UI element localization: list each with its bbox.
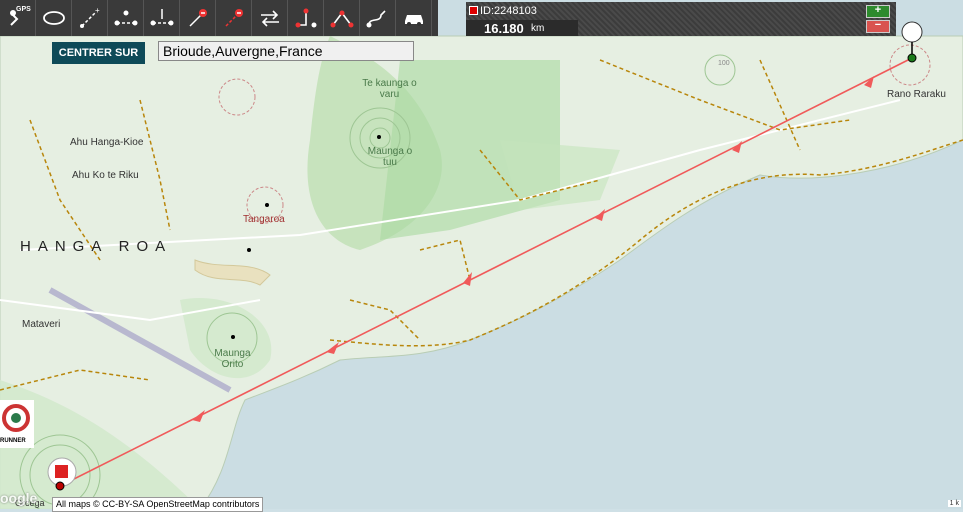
move-point-button[interactable]: [144, 0, 180, 36]
scale-label: 1 k: [947, 500, 961, 507]
runner-logo-icon: [2, 404, 30, 432]
smooth-button[interactable]: [360, 0, 396, 36]
map-label-te-kaunga: Te kaunga o varu: [362, 78, 417, 100]
add-point-icon: +: [79, 6, 100, 28]
route-id-label: ID:2248103: [480, 5, 537, 17]
delete-point-button[interactable]: [180, 0, 216, 36]
address-input[interactable]: [158, 41, 414, 61]
route-id-square-icon: [469, 6, 478, 15]
route-button[interactable]: [324, 0, 360, 36]
map-attribution: All maps © CC-BY-SA OpenStreetMap contri…: [52, 497, 264, 512]
svg-text:+: +: [95, 6, 100, 15]
map-label-mataveri: Mataveri: [22, 319, 61, 330]
car-button[interactable]: [396, 0, 432, 36]
map-label-ahu-ko-te-riku: Ahu Ko te Riku: [72, 170, 139, 181]
insert-point-icon: [114, 10, 137, 26]
map-label-tangaroa: Tangaroa: [243, 214, 285, 225]
editing-toolbar: GPS +: [0, 0, 438, 36]
insert-point-button[interactable]: [108, 0, 144, 36]
contour-label: 100: [718, 60, 730, 67]
map-label-hanga-roa: HANGA ROA: [20, 238, 173, 255]
distance-unit: km: [531, 23, 545, 34]
reverse-button[interactable]: [252, 0, 288, 36]
map-label-maunga-tuutuu: Maunga o tuu: [367, 146, 413, 168]
add-point-button[interactable]: +: [72, 0, 108, 36]
distance-box: 16.180 km: [466, 20, 578, 36]
view-button[interactable]: [36, 0, 72, 36]
reverse-icon: [260, 10, 279, 27]
map-label-maunga-orito: Maunga Orito: [214, 348, 251, 370]
map-label-rano-raraku: Rano Raraku: [887, 89, 946, 100]
delete-segment-button[interactable]: [216, 0, 252, 36]
distance-value: 16.180: [484, 21, 524, 36]
connect-icon: [295, 8, 316, 28]
connect-button[interactable]: [288, 0, 324, 36]
move-point-icon: [150, 9, 173, 26]
car-icon: [404, 15, 423, 26]
eye-icon: [42, 11, 65, 25]
center-on-button[interactable]: CENTRER SUR: [52, 42, 145, 64]
zoom-in-button[interactable]: +: [866, 5, 890, 18]
route-icon: [330, 10, 353, 28]
route-info-panel: ID:2248103 16.180 km + −: [466, 2, 896, 36]
delete-point-icon: [188, 9, 207, 27]
gps-button[interactable]: GPS: [0, 0, 36, 36]
logo-text: RUNNER: [0, 438, 26, 444]
delete-segment-icon: [224, 9, 243, 27]
zoom-out-button[interactable]: −: [866, 20, 890, 33]
smooth-icon: [366, 10, 386, 28]
map-label-ahu-hanga-kioe: Ahu Hanga-Kioe: [70, 137, 144, 148]
google-watermark: oogle: [0, 490, 38, 506]
